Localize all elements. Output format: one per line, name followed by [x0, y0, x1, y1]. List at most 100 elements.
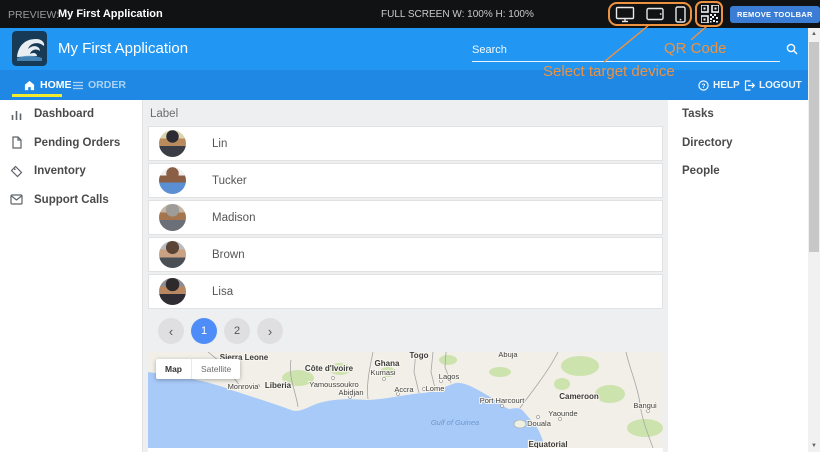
map-label: Côte d'Ivoire: [305, 364, 354, 373]
toolbar-app-title: My First Application: [58, 8, 163, 20]
logout-button[interactable]: LOGOUT: [744, 70, 802, 100]
sidebar-item-support-calls[interactable]: Support Calls: [0, 186, 142, 215]
sidebar-item-directory[interactable]: Directory: [668, 129, 808, 158]
map-label: Yaounde: [548, 409, 577, 418]
help-button[interactable]: ? HELP: [698, 70, 740, 100]
avatar: [159, 130, 186, 157]
scroll-down-arrow-icon[interactable]: ▼: [808, 440, 820, 452]
person-name: Lisa: [212, 286, 233, 298]
avatar: [159, 167, 186, 194]
page-title: My First Application: [58, 40, 188, 57]
nav-bar: HOME ORDER ? HELP LOGOUT: [0, 70, 820, 100]
map-label: Abidjan: [338, 388, 363, 397]
map-label: Port Harcourt: [480, 396, 526, 405]
map-label: Gulf of Guinea: [431, 418, 479, 427]
remove-toolbar-button[interactable]: REMOVE TOOLBAR: [730, 6, 820, 23]
search-field-wrap: [472, 38, 780, 62]
sidebar-item-inventory[interactable]: Inventory: [0, 157, 142, 186]
list-header: Label: [150, 108, 663, 120]
device-selector-group: [609, 3, 691, 25]
help-label: HELP: [713, 80, 740, 91]
person-name: Tucker: [212, 175, 247, 187]
map-label: Accra: [394, 385, 414, 394]
list-item[interactable]: Lisa: [148, 274, 663, 309]
map-label: Liberia: [265, 381, 292, 390]
sidebar-item-tasks[interactable]: Tasks: [668, 100, 808, 129]
map-type-control: Map Satellite: [156, 359, 240, 379]
sidebar-item-label: Inventory: [34, 165, 86, 177]
map-label: Abuja: [498, 352, 518, 359]
list-item[interactable]: Brown: [148, 237, 663, 272]
tablet-icon: [646, 7, 664, 21]
tab-order-label: ORDER: [88, 79, 126, 91]
avatar: [159, 241, 186, 268]
sidebar-item-label: Pending Orders: [34, 137, 120, 149]
logout-label: LOGOUT: [759, 80, 802, 91]
tag-icon: [10, 165, 23, 178]
phone-icon: [675, 6, 686, 23]
pagination: ‹ 1 2 ›: [158, 318, 283, 344]
home-icon: [24, 80, 35, 91]
app-header: My First Application: [0, 28, 820, 70]
tablet-device-button[interactable]: [646, 7, 664, 21]
preview-toolbar: PREVIEW: My First Application FULL SCREE…: [0, 0, 820, 28]
bar-chart-icon: [10, 108, 23, 121]
vertical-scrollbar[interactable]: ▲ ▼: [808, 28, 820, 452]
sidebar-item-label: Directory: [682, 137, 733, 149]
map-label: Lome: [426, 384, 445, 393]
person-name: Lin: [212, 138, 227, 150]
map-label: Ghana: [375, 359, 400, 368]
sidebar-item-pending-orders[interactable]: Pending Orders: [0, 129, 142, 158]
satellite-view-button[interactable]: Satellite: [192, 359, 240, 379]
sidebar-item-people[interactable]: People: [668, 157, 808, 186]
qr-code-icon: [701, 5, 719, 23]
search-input[interactable]: [472, 38, 780, 62]
map-label: Monrovia: [228, 382, 260, 391]
sidebar-item-label: Support Calls: [34, 194, 109, 206]
desktop-device-button[interactable]: [615, 6, 635, 23]
desktop-icon: [615, 6, 635, 23]
left-sidebar: Dashboard Pending Orders Inventory Suppo…: [0, 100, 143, 452]
map-label: Bangui: [633, 401, 657, 410]
document-icon: [10, 136, 23, 149]
pagination-page-1-button[interactable]: 1: [191, 318, 217, 344]
list-item[interactable]: Madison: [148, 200, 663, 235]
map-canvas[interactable]: Sierra Leone Côte d'Ivoire Ghana Kumasi …: [148, 352, 663, 448]
sidebar-item-dashboard[interactable]: Dashboard: [0, 100, 142, 129]
logout-icon: [744, 80, 755, 91]
search-icon[interactable]: [786, 42, 798, 60]
pagination-next-button[interactable]: ›: [257, 318, 283, 344]
map-label: Kumasi: [370, 368, 395, 377]
pagination-prev-button[interactable]: ‹: [158, 318, 184, 344]
map-view-button[interactable]: Map: [156, 359, 192, 379]
mail-icon: [10, 194, 23, 205]
menu-icon: [73, 81, 83, 90]
map-label: Togo: [410, 352, 429, 360]
preview-label: PREVIEW:: [8, 9, 59, 21]
avatar: [159, 204, 186, 231]
map-label: Cameroon: [559, 392, 599, 401]
pagination-page-2-button[interactable]: 2: [224, 318, 250, 344]
chevron-left-icon: ‹: [169, 325, 173, 338]
scroll-up-arrow-icon[interactable]: ▲: [808, 28, 820, 40]
tab-home-label: HOME: [40, 79, 72, 91]
scrollbar-thumb[interactable]: [809, 42, 819, 252]
help-icon: ?: [698, 80, 709, 91]
map-label: Equatorial: [528, 440, 567, 448]
qr-code-button[interactable]: [699, 4, 720, 24]
tab-order[interactable]: ORDER: [73, 70, 126, 100]
tab-home[interactable]: HOME: [24, 70, 72, 100]
active-tab-underline: [12, 94, 62, 97]
main-panel: Label Lin Tucker Madison Brown Lisa ‹ 1 …: [148, 100, 663, 452]
app-logo-icon: [12, 31, 47, 66]
person-name: Brown: [212, 249, 245, 261]
fullscreen-status: FULL SCREEN W: 100% H: 100%: [381, 9, 534, 20]
sidebar-item-label: People: [682, 165, 720, 177]
chevron-right-icon: ›: [268, 325, 272, 338]
right-sidebar: Tasks Directory People: [668, 100, 808, 452]
person-name: Madison: [212, 212, 255, 224]
list-item[interactable]: Lin: [148, 126, 663, 161]
sidebar-item-label: Dashboard: [34, 108, 94, 120]
phone-device-button[interactable]: [675, 6, 686, 23]
list-item[interactable]: Tucker: [148, 163, 663, 198]
